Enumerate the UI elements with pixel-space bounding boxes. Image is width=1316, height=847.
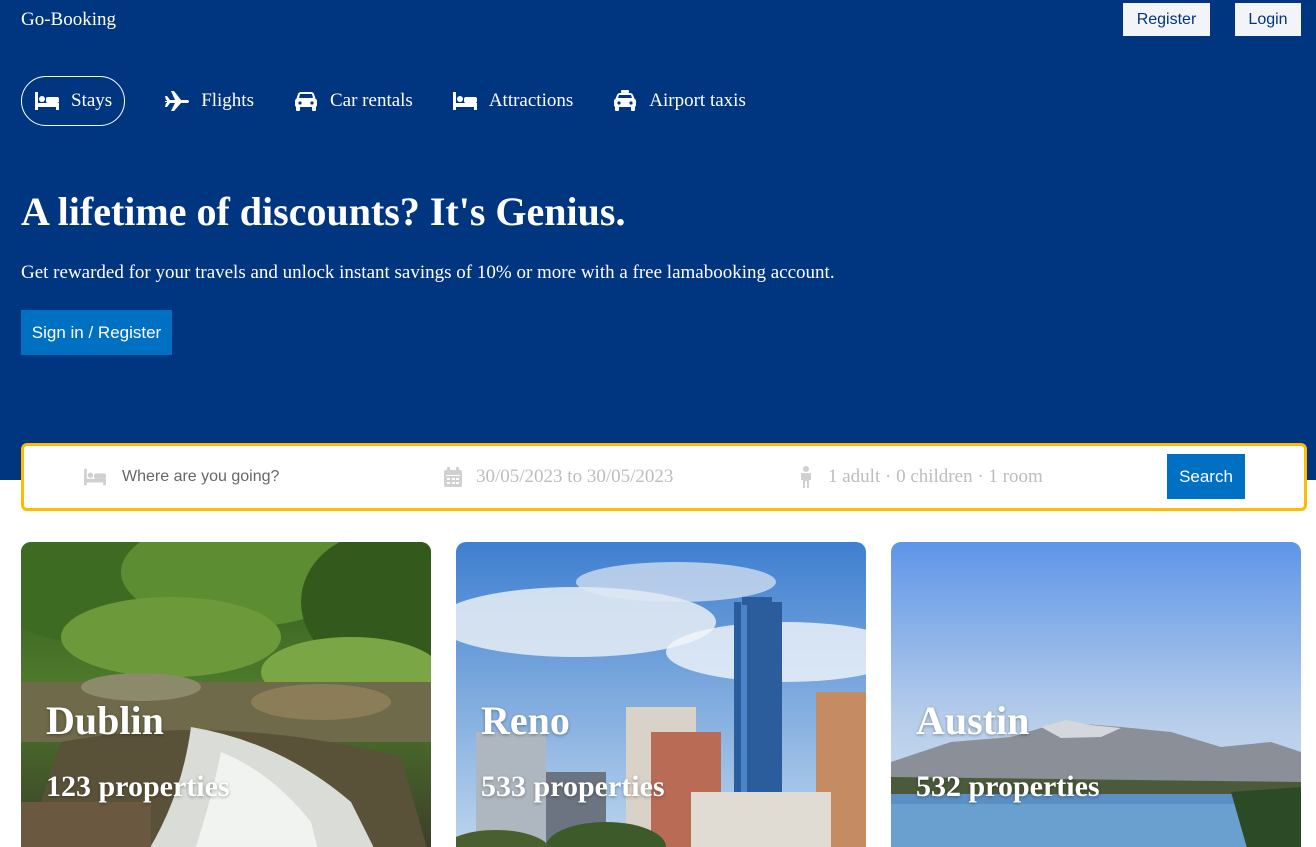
nav-label: Flights xyxy=(201,90,254,111)
featured-card-austin[interactable]: Austin 532 properties xyxy=(891,542,1301,847)
plane-icon xyxy=(165,91,190,111)
login-button[interactable]: Login xyxy=(1235,3,1301,36)
nav-label: Stays xyxy=(71,90,113,111)
featured-card-reno[interactable]: Reno 533 properties xyxy=(456,542,866,847)
search-bar: 30/05/2023 to 30/05/2023 1 adult · 0 chi… xyxy=(21,443,1307,511)
taxi-icon xyxy=(614,90,637,111)
nav-label: Attractions xyxy=(488,90,574,111)
nav-label: Car rentals xyxy=(330,90,413,111)
property-count: 123 properties xyxy=(46,770,230,803)
nav-item-airport-taxis[interactable]: Airport taxis xyxy=(612,76,746,126)
person-icon xyxy=(801,466,811,488)
nav-bar: Stays Flights Car rentals Attractions Ai… xyxy=(21,76,785,126)
bed-icon xyxy=(35,92,59,110)
nav-label: Airport taxis xyxy=(649,90,746,111)
guests-text: 1 adult · 0 children · 1 room xyxy=(828,466,1043,487)
bed-icon xyxy=(452,92,477,110)
bed-icon xyxy=(84,468,106,486)
search-button[interactable]: Search xyxy=(1167,454,1245,499)
featured-card-dublin[interactable]: Dublin 123 properties xyxy=(21,542,431,847)
nav-item-attractions[interactable]: Attractions xyxy=(452,76,573,126)
sign-in-register-button[interactable]: Sign in / Register xyxy=(21,310,172,355)
featured-cities: Dublin 123 properties Reno 533 propertie… xyxy=(21,542,1301,847)
guests-field[interactable]: 1 adult · 0 children · 1 room xyxy=(798,446,1043,508)
property-count: 533 properties xyxy=(481,770,665,803)
nav-item-car-rentals[interactable]: Car rentals xyxy=(293,76,413,126)
nav-item-flights[interactable]: Flights xyxy=(164,76,254,126)
promo-text: Get rewarded for your travels and unlock… xyxy=(21,262,835,283)
register-button[interactable]: Register xyxy=(1123,3,1210,36)
city-name: Austin xyxy=(916,698,1030,743)
logo[interactable]: Go-Booking xyxy=(21,9,116,31)
date-range-text: 30/05/2023 to 30/05/2023 xyxy=(476,466,674,487)
city-name: Dublin xyxy=(46,698,164,743)
destination-field[interactable] xyxy=(82,446,402,508)
page-title: A lifetime of discounts? It's Genius. xyxy=(21,189,626,234)
car-icon xyxy=(295,92,317,111)
city-name: Reno xyxy=(481,698,570,743)
destination-input[interactable] xyxy=(122,468,402,486)
calendar-icon xyxy=(444,467,462,487)
date-field[interactable]: 30/05/2023 to 30/05/2023 xyxy=(444,446,673,508)
property-count: 532 properties xyxy=(916,770,1100,803)
header: Go-Booking Register Login Stays Flights … xyxy=(0,0,1316,480)
nav-item-stays[interactable]: Stays xyxy=(21,76,126,126)
